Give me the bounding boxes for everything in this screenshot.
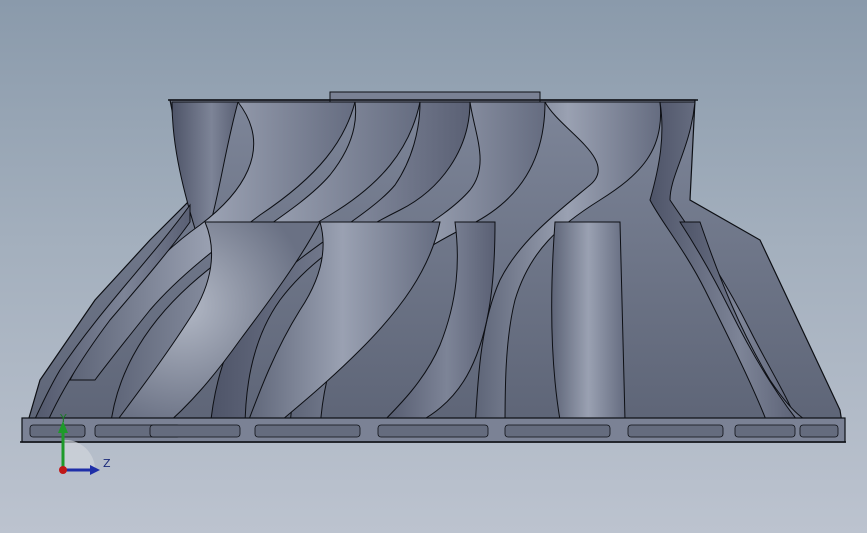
base-slots: [29, 424, 839, 438]
impeller-model[interactable]: [0, 0, 867, 533]
orientation-triad[interactable]: [40, 405, 130, 495]
y-axis-label: Y: [60, 412, 67, 425]
blade-lower-4: [551, 221, 626, 421]
graphics-viewport[interactable]: Y Z: [0, 0, 867, 533]
z-axis-arrow: [90, 465, 100, 475]
x-axis-origin: [59, 466, 67, 474]
z-axis-label: Z: [103, 457, 111, 470]
